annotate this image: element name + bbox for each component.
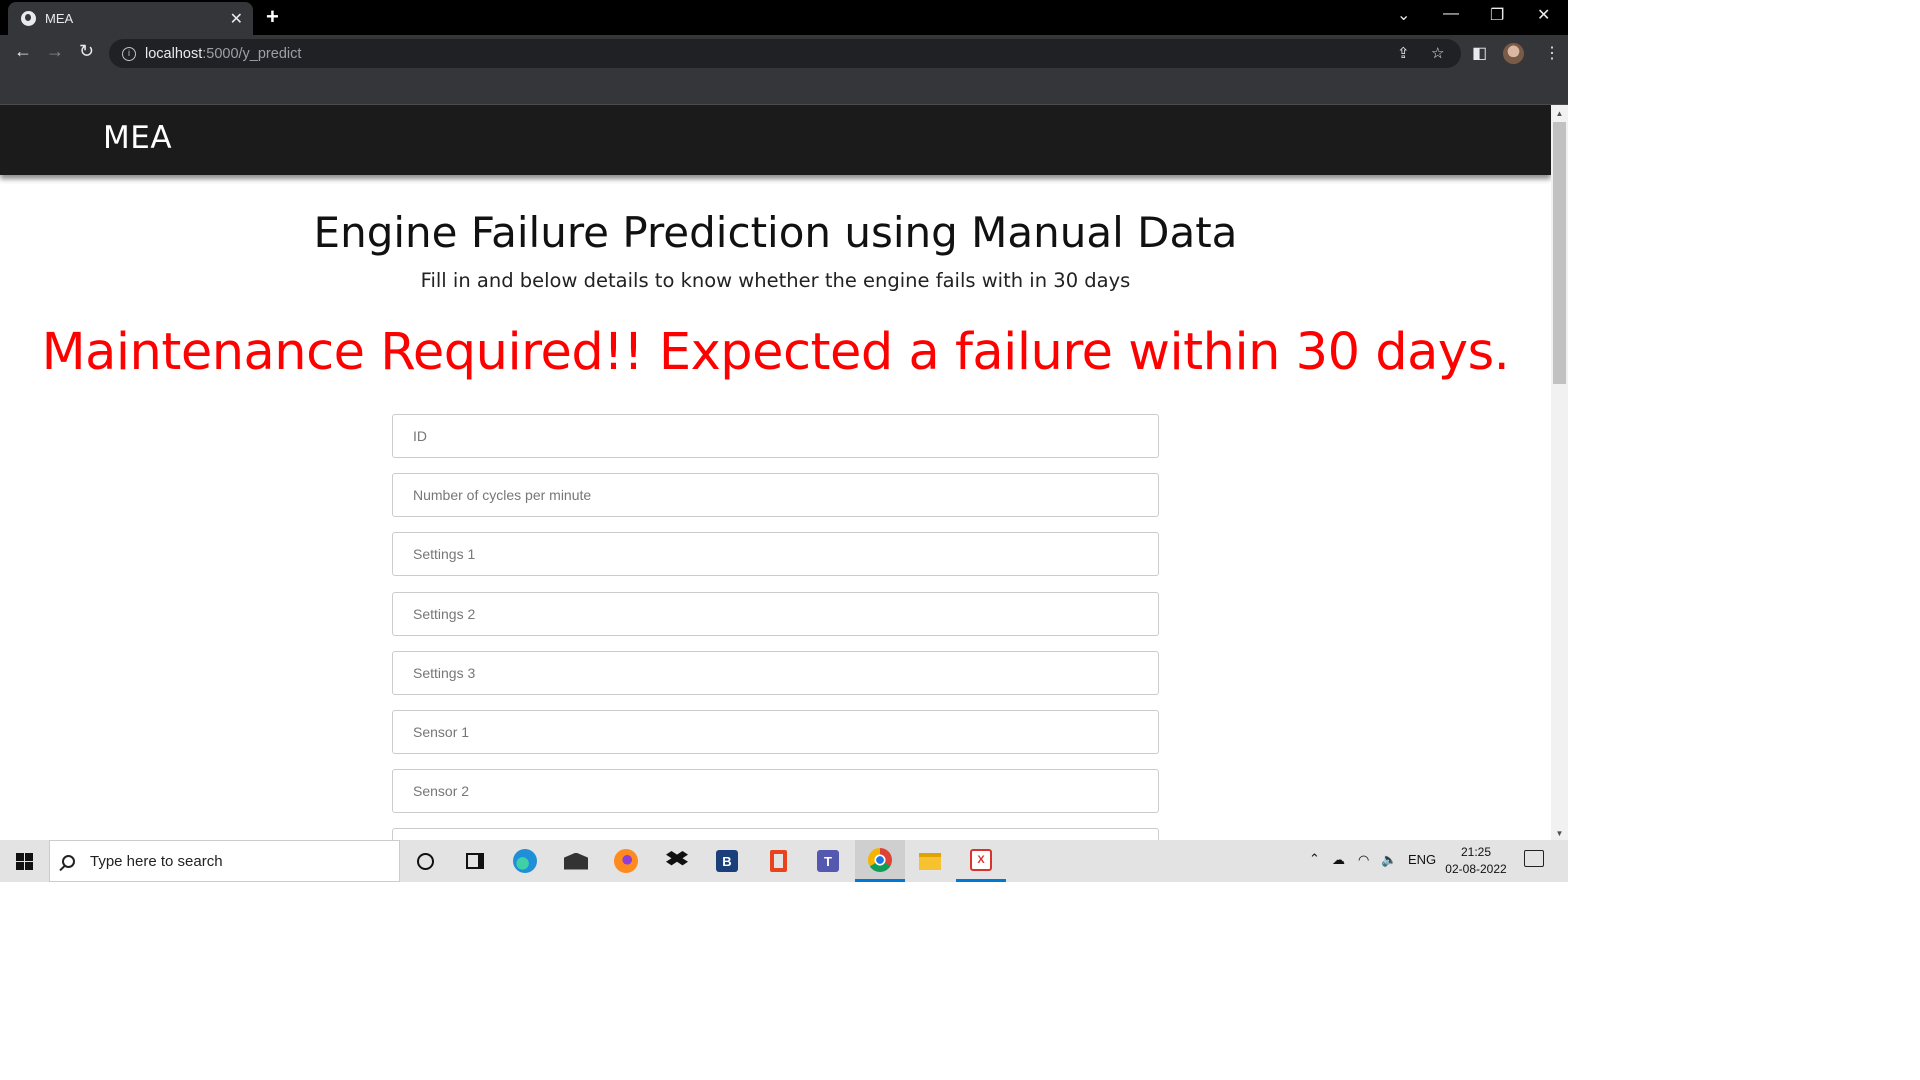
start-button[interactable]	[0, 840, 49, 882]
site-header: MEA	[0, 105, 1551, 175]
new-tab-button[interactable]: +	[266, 4, 279, 30]
search-icon	[62, 854, 75, 868]
bookmarks-bar	[0, 73, 1568, 105]
file-explorer-icon[interactable]	[905, 840, 955, 882]
mail-icon[interactable]	[551, 840, 601, 882]
side-panel-icon[interactable]: ◧	[1472, 43, 1487, 63]
onedrive-icon[interactable]: ☁	[1332, 852, 1345, 868]
site-brand[interactable]: MEA	[103, 120, 172, 156]
settings-2-input[interactable]	[392, 592, 1159, 636]
restore-icon[interactable]: ❐	[1490, 5, 1504, 25]
scrollbar-thumb[interactable]	[1553, 122, 1566, 384]
close-tab-icon[interactable]: ✕	[230, 9, 243, 29]
url-host: localhost	[145, 45, 203, 62]
language-indicator[interactable]: ENG	[1408, 852, 1436, 867]
task-view-icon[interactable]	[450, 840, 500, 882]
forward-icon[interactable]: →	[46, 41, 64, 62]
url-text[interactable]: localhost:5000/y_predict	[145, 46, 301, 62]
settings-3-input[interactable]	[392, 651, 1159, 695]
bitdefender-letter: B	[716, 850, 738, 872]
menu-icon[interactable]: ⋮	[1544, 43, 1560, 63]
address-bar[interactable]: i localhost:5000/y_predict ⇪ ☆	[109, 39, 1461, 68]
scroll-up-icon[interactable]: ▲	[1551, 109, 1568, 118]
bookmark-star-icon[interactable]: ☆	[1431, 44, 1444, 62]
page-viewport: MEA Engine Failure Prediction using Manu…	[0, 105, 1551, 840]
settings-1-input[interactable]	[392, 532, 1159, 576]
id-input[interactable]	[392, 414, 1159, 458]
profile-avatar[interactable]	[1503, 43, 1524, 64]
show-hidden-icons-icon[interactable]: ⌃	[1309, 851, 1320, 867]
browser-tab[interactable]: MEA ✕	[8, 2, 253, 35]
system-clock[interactable]: 21:25 02-08-2022	[1440, 844, 1512, 878]
office-icon[interactable]	[753, 840, 803, 882]
taskbar-search-placeholder: Type here to search	[90, 852, 223, 870]
volume-icon[interactable]: 🔈	[1381, 852, 1397, 868]
back-icon[interactable]: ←	[14, 41, 32, 62]
sensor-1-input[interactable]	[392, 710, 1159, 754]
notification-icon[interactable]	[1524, 850, 1544, 867]
prediction-result: Maintenance Required!! Expected a failur…	[41, 323, 1510, 382]
tab-search-icon[interactable]: ⌄	[1397, 5, 1410, 25]
cortana-icon[interactable]	[400, 840, 450, 882]
tab-title: MEA	[45, 11, 74, 26]
teams-icon[interactable]: T	[803, 840, 853, 882]
minimize-icon[interactable]: —	[1443, 5, 1459, 23]
firefox-icon[interactable]	[601, 840, 651, 882]
page-subtitle: Fill in and below details to know whethe…	[420, 269, 1131, 292]
clock-time: 21:25	[1460, 845, 1492, 859]
globe-icon	[21, 11, 36, 26]
share-icon[interactable]: ⇪	[1397, 44, 1410, 62]
chrome-icon[interactable]	[855, 840, 905, 882]
page-title: Engine Failure Prediction using Manual D…	[313, 208, 1238, 257]
scroll-down-icon[interactable]: ▼	[1551, 829, 1568, 838]
browser-toolbar: ← → ↻ i localhost:5000/y_predict ⇪ ☆ ◧ ⋮	[0, 35, 1568, 73]
page-scrollbar[interactable]: ▲ ▼	[1551, 105, 1568, 840]
url-path: :5000/y_predict	[202, 45, 302, 62]
edge-icon[interactable]	[500, 840, 550, 882]
close-window-icon[interactable]: ✕	[1537, 5, 1550, 25]
site-info-icon[interactable]: i	[122, 46, 136, 61]
reload-icon[interactable]: ↻	[79, 41, 94, 62]
wifi-icon[interactable]: ◠	[1358, 852, 1369, 868]
dropbox-icon[interactable]	[652, 840, 702, 882]
taskbar: Type here to search B T X ⌃ ☁ ◠ 🔈 ENG 21…	[0, 840, 1568, 882]
xampp-icon[interactable]: X	[956, 840, 1006, 882]
cycles-input[interactable]	[392, 473, 1159, 517]
next-field-input[interactable]	[392, 828, 1159, 840]
sensor-2-input[interactable]	[392, 769, 1159, 813]
clock-date: 02-08-2022	[1445, 862, 1507, 876]
bitdefender-icon[interactable]: B	[702, 840, 752, 882]
taskbar-search[interactable]: Type here to search	[49, 840, 400, 882]
browser-tab-bar: MEA ✕ + ⌄ — ❐ ✕	[0, 0, 1568, 35]
